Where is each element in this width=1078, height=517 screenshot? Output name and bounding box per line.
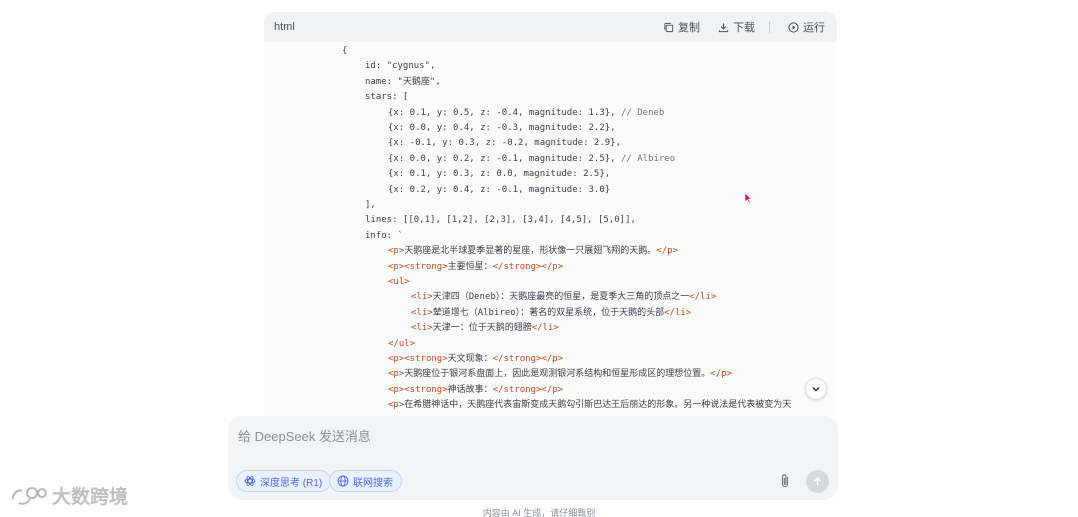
copy-button[interactable]: 复制 <box>663 19 700 35</box>
code-line: <p><strong>神话故事：</strong></p> <box>388 384 564 395</box>
code-line: </ul> <box>388 338 416 349</box>
code-line: {x: 0.2, y: 0.4, z: -0.1, magnitude: 3.0… <box>388 184 611 195</box>
code-line: <li>天津一：位于天鹅的翅膀</li> <box>411 323 559 334</box>
run-button[interactable]: 运行 <box>788 19 825 35</box>
web-search-label: 联网搜索 <box>353 477 393 489</box>
code-line: <p><strong>主要恒星：</strong></p> <box>388 261 564 272</box>
watermark-logo-icon <box>12 486 47 505</box>
download-button[interactable]: 下载 <box>718 19 755 35</box>
copy-icon <box>664 22 674 32</box>
arrow-up-icon <box>814 477 821 485</box>
code-line: <p>在希腊神话中，天鹅座代表宙斯变成天鹅勾引斯巴达王后丽达的形象。另一种说法是… <box>388 400 792 411</box>
code-line: {x: 0.1, y: 0.3, z: 0.0, magnitude: 2.5}… <box>388 169 611 180</box>
code-line: {x: -0.1, y: 0.3, z: -0.2, magnitude: 2.… <box>388 138 621 149</box>
web-search-toggle[interactable]: 联网搜索 <box>329 470 402 492</box>
code-line: <p><strong>天文现象：</strong></p> <box>388 354 564 364</box>
code-content: { id: "cygnus", name: "天鹅座", stars: [ {x: 0.… <box>264 42 837 417</box>
header-divider <box>769 21 770 33</box>
download-icon <box>718 22 729 32</box>
code-line: <p>天鹅座位于银河系盘面上，因此是观测银河系结构和恒星形成区的理想位置。</p… <box>388 369 732 380</box>
download-label: 下载 <box>733 22 755 34</box>
code-line: {x: 0.0, y: 0.2, z: -0.1, magnitude: 2.5… <box>388 153 676 164</box>
code-line: <li>辇道增七（Albireo）：著名的双星系统，位于天鹅的头部</li> <box>411 307 692 318</box>
scroll-to-bottom-button[interactable] <box>805 378 827 400</box>
code-line: stars: [ <box>365 92 409 103</box>
code-block-header: html 复制 下载 运行 <box>264 12 837 42</box>
code-block: html 复制 下载 运行 { id: "cygnus", name: "天鹅座",… <box>264 12 837 417</box>
code-line: info: ` <box>365 230 403 241</box>
code-line: { <box>342 46 348 56</box>
code-line: <ul> <box>388 277 410 287</box>
message-input[interactable]: 给 DeepSeek 发送消息 <box>238 426 371 445</box>
message-composer[interactable]: 给 DeepSeek 发送消息 深度思考 (R1) 联网搜索 <box>228 416 838 500</box>
code-line: <p>天鹅座是北半球夏季显著的星座，形状像一只展翅飞翔的天鹅。</p> <box>388 246 678 257</box>
globe-icon <box>337 475 349 487</box>
run-label: 运行 <box>803 22 825 34</box>
copy-label: 复制 <box>678 22 700 34</box>
watermark-text: 大数跨境 <box>52 487 129 508</box>
ai-disclaimer: 内容由 AI 生成，请仔细甄别 <box>482 508 596 517</box>
atom-icon <box>244 476 256 486</box>
code-line: {x: 0.1, y: 0.5, z: -0.4, magnitude: 1.3… <box>388 107 665 118</box>
code-line: id: "cygnus", <box>365 61 436 72</box>
code-line: lines: [[0,1], [1,2], [2,3], [3,4], [4,5… <box>365 215 636 226</box>
code-line: ], <box>365 200 376 210</box>
deep-think-label: 深度思考 (R1) <box>260 477 323 489</box>
code-line: <li>天津四（Deneb）：天鹅座最亮的恒星，是夏季大三角的顶点之一</li> <box>411 292 717 303</box>
deep-think-toggle[interactable]: 深度思考 (R1) <box>236 470 332 492</box>
code-line: name: "天鹅座", <box>365 76 441 87</box>
send-button[interactable] <box>806 470 829 493</box>
code-language-label: html <box>274 21 295 33</box>
paperclip-icon <box>781 474 789 488</box>
play-icon <box>788 21 799 33</box>
attach-button[interactable] <box>776 471 794 491</box>
chevron-down-icon <box>812 387 820 392</box>
watermark: 大数跨境 <box>10 482 128 509</box>
mouse-cursor-icon <box>744 192 752 204</box>
code-line: {x: 0.0, y: 0.4, z: -0.3, magnitude: 2.2… <box>388 123 616 133</box>
